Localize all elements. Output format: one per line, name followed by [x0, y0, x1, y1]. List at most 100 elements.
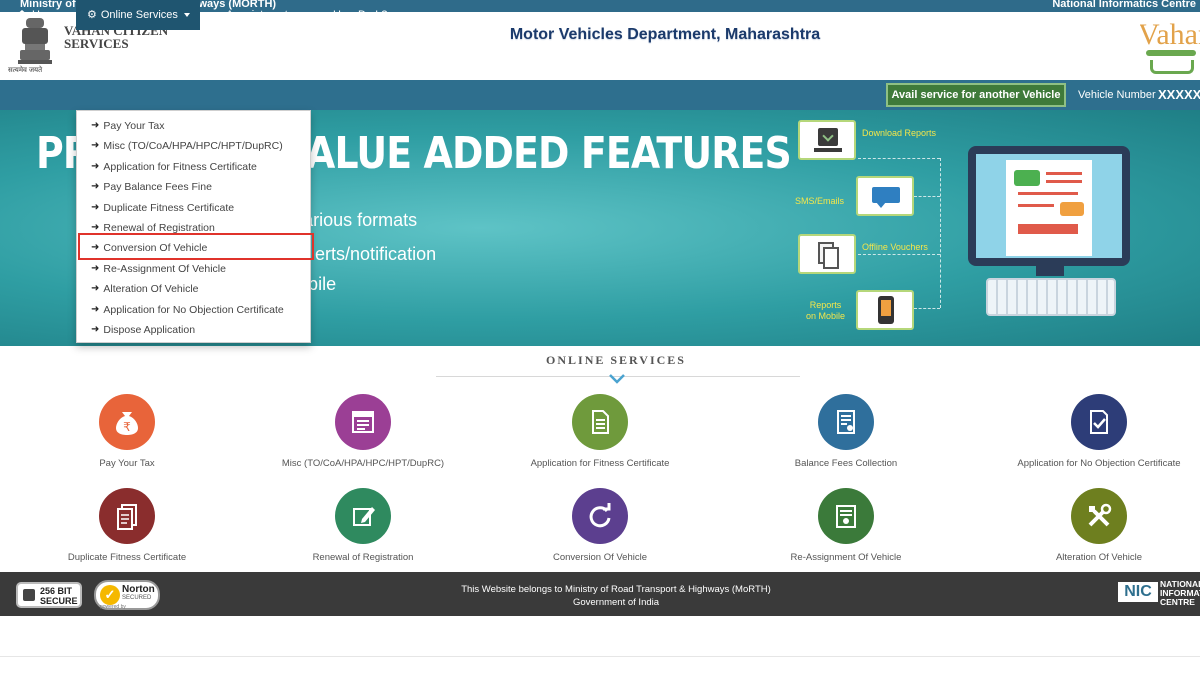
menu-item-reassignment[interactable]: ➜ Re-Assignment Of Vehicle	[91, 260, 226, 278]
feature-sms-label: SMS/Emails	[795, 196, 845, 206]
cloud-icon	[211, 11, 222, 19]
connector-line	[914, 196, 940, 197]
arrow-right-icon: ➜	[91, 304, 100, 315]
menu-item-label: Duplicate Fitness Certificate	[103, 202, 235, 214]
service-reassignment[interactable]: Re-Assignment Of Vehicle	[746, 488, 946, 563]
menu-item-fitness-certificate[interactable]: ➜ Application for Fitness Certificate	[91, 158, 257, 176]
connector-line	[858, 254, 940, 255]
service-label: Conversion Of Vehicle	[553, 552, 647, 563]
menu-item-label: Re-Assignment Of Vehicle	[103, 263, 226, 275]
nav-how-do-i-label: How Do I ?	[333, 9, 388, 21]
service-noc[interactable]: Application for No Objection Certificate	[999, 394, 1199, 469]
nav-appointment-label: Appointment	[226, 9, 288, 21]
page: Ministry of Road Transport & Highways (M…	[0, 0, 1200, 675]
arrow-right-icon: ➜	[91, 324, 100, 335]
divider	[0, 656, 1200, 657]
menu-item-alteration[interactable]: ➜ Alteration Of Vehicle	[91, 280, 199, 298]
reassign-icon	[818, 488, 874, 544]
feature-offline-label: Offline Vouchers	[862, 242, 928, 252]
chevron-down-icon	[393, 13, 400, 17]
service-pay-tax[interactable]: ₹ Pay Your Tax	[27, 394, 227, 469]
service-label: Duplicate Fitness Certificate	[67, 552, 187, 563]
footer-text: This Website belongs to Ministry of Road…	[0, 583, 1200, 609]
nic-line3: CENTRE	[1160, 597, 1195, 607]
menu-item-balance-fees[interactable]: ➜ Pay Balance Fees Fine	[91, 178, 212, 196]
highlight-box	[78, 233, 314, 260]
arrow-right-icon: ➜	[91, 263, 100, 274]
emblem-motto: सत्यमेव जयते	[8, 67, 43, 74]
vahan-logo-hindi-2	[1150, 60, 1194, 74]
connector-line	[940, 158, 941, 308]
vahan-logo: Vahan	[1140, 16, 1200, 78]
mobile-icon	[856, 290, 914, 330]
cloud-icon	[318, 11, 329, 19]
service-label: Misc (TO/CoA/HPA/HPC/HPT/DupRC)	[281, 458, 445, 469]
service-label: Renewal of Registration	[312, 552, 414, 563]
monitor-illustration	[968, 146, 1130, 266]
service-label: Re-Assignment Of Vehicle	[790, 552, 902, 563]
connector-line	[858, 158, 940, 159]
chevron-down-icon	[608, 372, 626, 384]
avail-service-button[interactable]: Avail service for another Vehicle	[886, 83, 1066, 107]
nav-appointment[interactable]: Appointment	[211, 0, 301, 30]
keyboard	[986, 278, 1116, 316]
arrow-right-icon: ➜	[91, 161, 100, 172]
arrow-right-icon: ➜	[91, 181, 100, 192]
menu-item-pay-your-tax[interactable]: ➜ Pay Your Tax	[91, 117, 165, 135]
footer: 256 BIT SECURE ✓ Norton SECURED powered …	[0, 572, 1200, 616]
menu-item-misc[interactable]: ➜ Misc (TO/CoA/HPA/HPC/HPT/DupRC)	[91, 137, 283, 155]
vehicle-number-label: Vehicle Number	[1078, 89, 1156, 101]
service-misc[interactable]: Misc (TO/CoA/HPA/HPC/HPT/DupRC)	[263, 394, 463, 469]
document-icon	[335, 394, 391, 450]
nic-mark: NIC	[1118, 582, 1158, 602]
vahan-logo-hindi	[1146, 50, 1196, 56]
vahan-logo-text: Vahan	[1140, 18, 1200, 51]
feature-download-label: Download Reports	[862, 128, 937, 138]
menu-item-label: Application for No Objection Certificate	[103, 304, 284, 316]
home-icon	[16, 9, 28, 21]
footer-line2: Government of India	[572, 597, 660, 608]
nav-how-do-i[interactable]: How Do I ?	[318, 0, 400, 30]
svg-text:₹: ₹	[123, 420, 131, 434]
arrow-right-icon: ➜	[91, 140, 100, 151]
nic-text: National Informatics Centre	[1052, 0, 1196, 10]
service-duplicate-fitness[interactable]: Duplicate Fitness Certificate	[27, 488, 227, 563]
download-icon	[798, 120, 856, 160]
nav-online-services[interactable]: ⚙ Online Services	[76, 0, 200, 30]
service-alteration[interactable]: Alteration Of Vehicle	[999, 488, 1199, 563]
vehicle-number-value: XXXXX	[1158, 87, 1200, 102]
certificate-icon	[572, 394, 628, 450]
menu-item-noc[interactable]: ➜ Application for No Objection Certificat…	[91, 301, 284, 319]
nav-home-label: Home	[32, 9, 62, 21]
service-balance-fees[interactable]: Balance Fees Collection	[746, 394, 946, 469]
service-label: Application for No Objection Certificate	[1017, 458, 1181, 469]
service-renewal[interactable]: Renewal of Registration	[263, 488, 463, 563]
arrow-right-icon: ➜	[91, 283, 100, 294]
nav-home[interactable]: Home	[16, 0, 72, 30]
chevron-down-icon	[293, 13, 300, 17]
rupee-bag-icon: ₹	[99, 394, 155, 450]
online-services-title: ONLINE SERVICES	[546, 353, 686, 367]
menu-item-label: Pay Balance Fees Fine	[103, 181, 212, 193]
menu-item-duplicate-fitness[interactable]: ➜ Duplicate Fitness Certificate	[91, 199, 234, 217]
feature-reports-line1: Reports	[809, 300, 842, 310]
online-services-dropdown: ➜ Pay Your Tax ➜ Misc (TO/CoA/HPA/HPC/HPT/…	[76, 110, 311, 343]
service-label: Pay Your Tax	[99, 458, 155, 469]
menu-item-label: Dispose Application	[103, 324, 196, 336]
service-conversion[interactable]: Conversion Of Vehicle	[500, 488, 700, 563]
nav-online-services-label: Online Services	[100, 9, 178, 21]
service-fitness-certificate[interactable]: Application for Fitness Certificate	[500, 394, 700, 469]
tools-icon	[1071, 488, 1127, 544]
checklist-icon	[1071, 394, 1127, 450]
service-label: Alteration Of Vehicle	[1055, 552, 1143, 563]
feature-reports-label: Reports on Mobile	[806, 300, 845, 322]
service-label: Balance Fees Collection	[794, 458, 898, 469]
chevron-down-icon	[183, 13, 190, 17]
menu-item-dispose[interactable]: ➜ Dispose Application	[91, 321, 195, 339]
chat-icon	[856, 176, 914, 216]
duplicate-doc-icon	[99, 488, 155, 544]
refresh-icon	[572, 488, 628, 544]
edit-icon	[335, 488, 391, 544]
menu-item-label: Alteration Of Vehicle	[103, 283, 199, 295]
footer-line1: This Website belongs to Ministry of Road…	[461, 584, 771, 595]
